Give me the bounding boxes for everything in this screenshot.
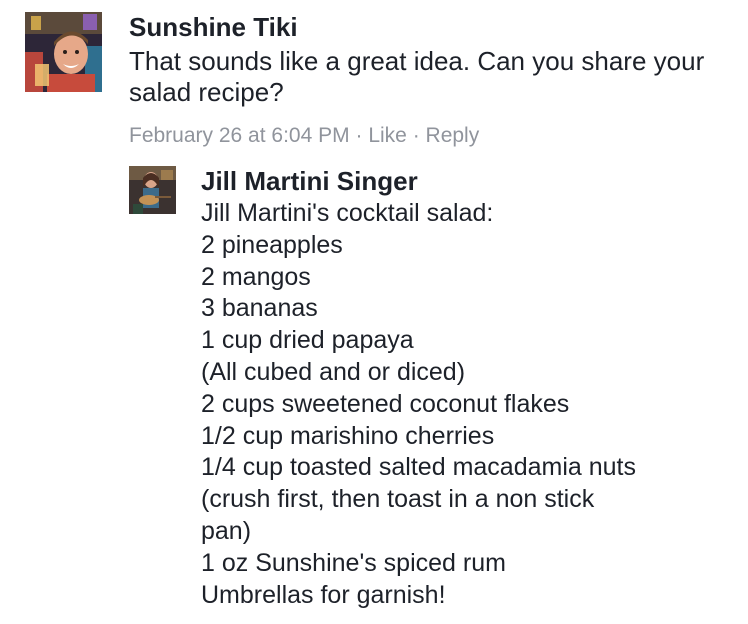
recipe-line: Jill Martini's cocktail salad: [201,199,494,227]
recipe-line: pan) [201,516,252,545]
profile-photo-icon [129,166,176,214]
meta-separator: · [355,124,363,147]
meta-separator: · [412,124,420,147]
recipe-line: (crush first, then toast in a non stick [201,485,595,514]
parent-comment-meta: February 26 at 6:04 PM · Like · Reply [129,123,729,149]
reply-comment-author[interactable]: Jill Martini Singer [201,166,741,196]
parent-comment-text: That sounds like a great idea. Can you s… [129,46,705,107]
reply-comment-avatar[interactable] [129,166,176,214]
comment-timestamp[interactable]: February 26 at 6:04 PM [129,124,350,147]
recipe-line: 1/4 cup toasted salted macadamia nuts [201,453,636,482]
recipe-line: (All cubed and or diced) [201,357,466,386]
parent-comment-avatar[interactable] [25,12,102,92]
recipe-line: 3 bananas [201,294,318,323]
recipe-line: 2 cups sweetened coconut flakes [201,389,570,418]
like-link[interactable]: Like [368,124,407,147]
recipe-line: 2 pineapples [201,230,343,259]
reply-link[interactable]: Reply [426,124,480,147]
recipe-line: 1/2 cup marishino cherries [201,421,495,450]
recipe-text: Jill Martini's cocktail salad: 2 pineapp… [201,198,741,611]
recipe-line: 1 oz Sunshine's spiced rum [201,548,506,577]
recipe-line: Umbrellas for garnish! [201,580,446,609]
parent-comment-body: Sunshine Tiki That sounds like a great i… [129,12,729,149]
parent-comment-author[interactable]: Sunshine Tiki [129,12,729,42]
recipe-line: 2 mangos [201,262,311,291]
profile-photo-icon [25,12,102,92]
recipe-line: 1 cup dried papaya [201,326,414,355]
reply-comment-body: Jill Martini Singer Jill Martini's cockt… [201,166,741,611]
